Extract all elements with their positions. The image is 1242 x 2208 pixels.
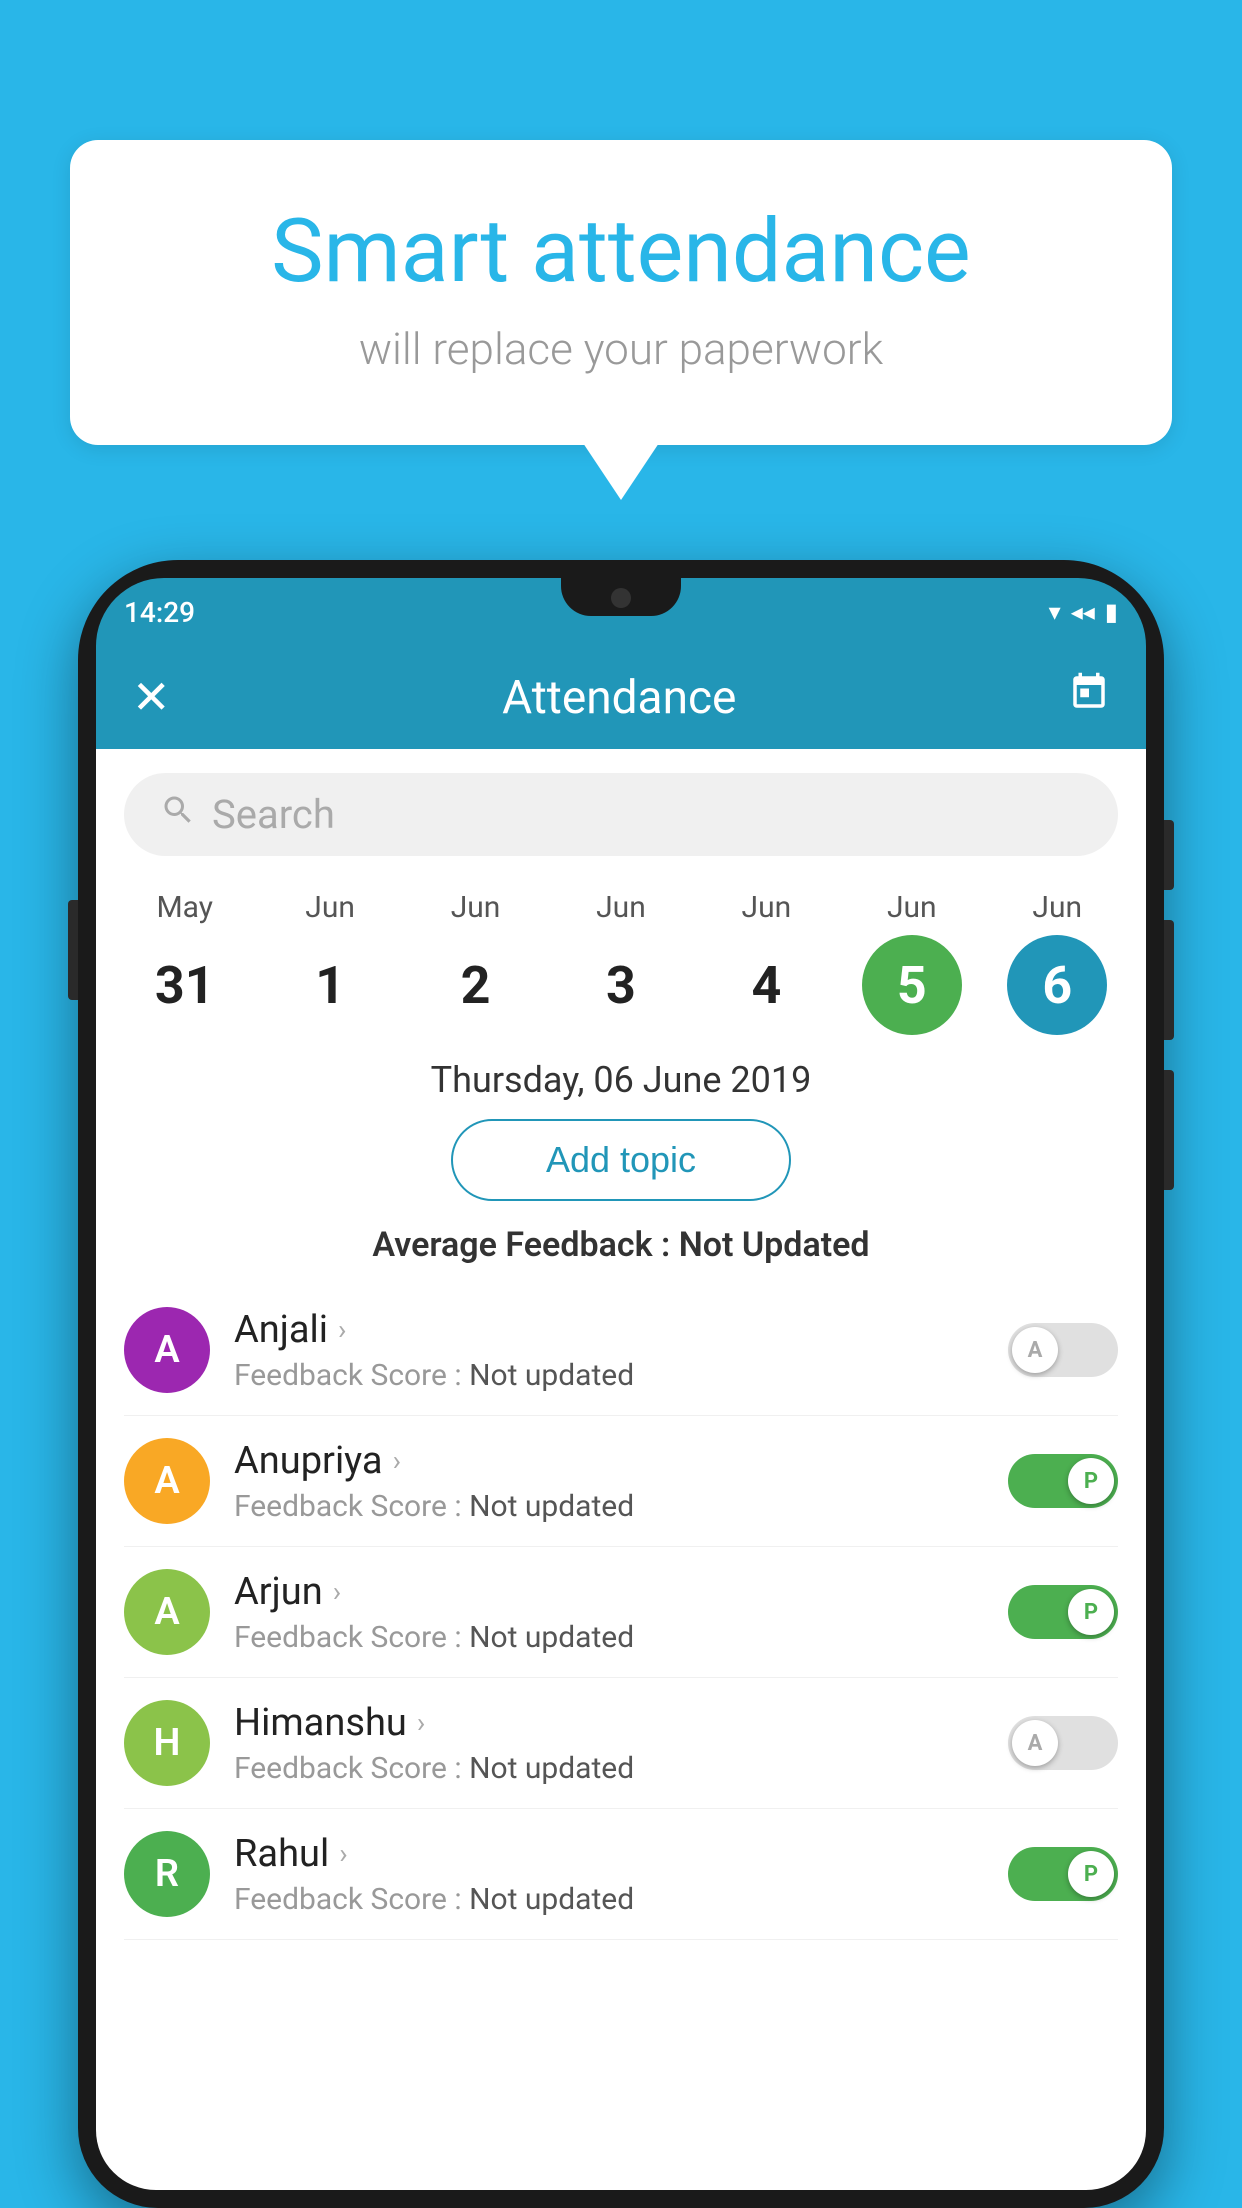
student-info: Himanshu › Feedback Score : Not updated <box>234 1701 1008 1786</box>
cal-day-number[interactable]: 5 <box>862 935 962 1035</box>
student-row[interactable]: A Arjun › Feedback Score : Not updated P <box>124 1547 1118 1678</box>
cal-month-label: Jun <box>451 890 501 925</box>
cal-month-label: Jun <box>1032 890 1082 925</box>
student-row[interactable]: A Anupriya › Feedback Score : Not updated P <box>124 1416 1118 1547</box>
calendar-day-1[interactable]: Jun 1 <box>270 890 390 1035</box>
header-title: Attendance <box>502 671 736 725</box>
close-button[interactable]: ✕ <box>132 670 171 725</box>
student-info: Rahul › Feedback Score : Not updated <box>234 1832 1008 1917</box>
chevron-icon: › <box>339 1837 347 1870</box>
status-bar: 14:29 ▾ ◂◂ ▮ <box>96 578 1146 646</box>
volume-button <box>68 900 78 1000</box>
calendar-day-5[interactable]: Jun 5 <box>852 890 972 1035</box>
student-name: Anjali › <box>234 1308 1008 1352</box>
chevron-icon: › <box>333 1575 341 1608</box>
calendar-day-2[interactable]: Jun 2 <box>416 890 536 1035</box>
power-button <box>1164 820 1174 890</box>
signal-icon: ◂◂ <box>1071 598 1095 626</box>
cal-day-number[interactable]: 31 <box>135 935 235 1035</box>
cal-month-label: Jun <box>596 890 646 925</box>
avg-feedback-value: Not Updated <box>679 1225 870 1265</box>
speech-bubble: Smart attendance will replace your paper… <box>70 140 1172 445</box>
calendar-day-3[interactable]: Jun 3 <box>561 890 681 1035</box>
cal-day-number[interactable]: 2 <box>426 935 526 1035</box>
student-info: Anjali › Feedback Score : Not updated <box>234 1308 1008 1393</box>
phone-notch <box>561 578 681 616</box>
cal-day-number[interactable]: 1 <box>280 935 380 1035</box>
phone-frame: 14:29 ▾ ◂◂ ▮ ✕ Attendance <box>78 560 1164 2208</box>
avatar: A <box>124 1569 210 1655</box>
calendar-icon[interactable] <box>1068 671 1110 724</box>
avatar: A <box>124 1307 210 1393</box>
toggle-knob: A <box>1012 1720 1058 1766</box>
student-name: Anupriya › <box>234 1439 1008 1483</box>
attendance-toggle[interactable]: P <box>1008 1585 1118 1639</box>
student-name: Rahul › <box>234 1832 1008 1876</box>
selected-date: Thursday, 06 June 2019 <box>96 1035 1146 1119</box>
cal-day-number[interactable]: 3 <box>571 935 671 1035</box>
feedback-score: Feedback Score : Not updated <box>234 1489 1008 1524</box>
attendance-toggle[interactable]: A <box>1008 1323 1118 1377</box>
search-icon <box>160 792 196 838</box>
cal-month-label: May <box>156 890 212 925</box>
toggle-knob: A <box>1012 1327 1058 1373</box>
calendar-day-31[interactable]: May 31 <box>125 890 245 1035</box>
status-icons: ▾ ◂◂ ▮ <box>1049 598 1118 626</box>
feedback-score: Feedback Score : Not updated <box>234 1751 1008 1786</box>
student-list: AAnjali ›Feedback Score : Not updatedAAA… <box>96 1285 1146 1940</box>
bubble-title: Smart attendance <box>140 200 1102 303</box>
feedback-score: Feedback Score : Not updated <box>234 1358 1008 1393</box>
attendance-toggle[interactable]: P <box>1008 1847 1118 1901</box>
cal-month-label: Jun <box>742 890 792 925</box>
battery-icon: ▮ <box>1105 598 1118 626</box>
cal-day-number[interactable]: 4 <box>716 935 816 1035</box>
toggle-knob: P <box>1068 1589 1114 1635</box>
cal-month-label: Jun <box>887 890 937 925</box>
attendance-toggle[interactable]: A <box>1008 1716 1118 1770</box>
student-row[interactable]: AAnjali ›Feedback Score : Not updatedA <box>124 1285 1118 1416</box>
avatar: R <box>124 1831 210 1917</box>
student-row[interactable]: H Himanshu › Feedback Score : Not updatedA <box>124 1678 1118 1809</box>
calendar-row: May 31 Jun 1 Jun 2 Jun 3 Jun 4 Jun 5 Jun 6 <box>96 880 1146 1035</box>
wifi-icon: ▾ <box>1049 598 1061 626</box>
avatar: A <box>124 1438 210 1524</box>
toggle-knob: P <box>1068 1851 1114 1897</box>
camera <box>611 588 631 608</box>
toggle-knob: P <box>1068 1458 1114 1504</box>
chevron-icon: › <box>417 1706 425 1739</box>
search-placeholder: Search <box>212 791 335 838</box>
status-time: 14:29 <box>124 596 195 629</box>
chevron-icon: › <box>338 1313 346 1346</box>
student-row[interactable]: R Rahul › Feedback Score : Not updated P <box>124 1809 1118 1940</box>
bubble-subtitle: will replace your paperwork <box>140 323 1102 375</box>
avg-feedback: Average Feedback : Not Updated <box>96 1225 1146 1265</box>
volume-up-button <box>1164 920 1174 1040</box>
app-header: ✕ Attendance <box>96 646 1146 749</box>
student-name: Arjun › <box>234 1570 1008 1614</box>
calendar-day-6[interactable]: Jun 6 <box>997 890 1117 1035</box>
avg-feedback-label: Average Feedback : <box>372 1225 670 1265</box>
cal-day-number[interactable]: 6 <box>1007 935 1107 1035</box>
calendar-day-4[interactable]: Jun 4 <box>706 890 826 1035</box>
cal-month-label: Jun <box>305 890 355 925</box>
search-bar[interactable]: Search <box>124 773 1118 856</box>
feedback-score: Feedback Score : Not updated <box>234 1882 1008 1917</box>
chevron-icon: › <box>393 1444 401 1477</box>
student-name: Himanshu › <box>234 1701 1008 1745</box>
avatar: H <box>124 1700 210 1786</box>
speech-bubble-container: Smart attendance will replace your paper… <box>70 140 1172 445</box>
phone-screen: ✕ Attendance Search May31Jun1Jun2Jun3Jun… <box>96 646 1146 2190</box>
student-info: Anupriya › Feedback Score : Not updated <box>234 1439 1008 1524</box>
feedback-score: Feedback Score : Not updated <box>234 1620 1008 1655</box>
volume-down-button <box>1164 1070 1174 1190</box>
student-info: Arjun › Feedback Score : Not updated <box>234 1570 1008 1655</box>
add-topic-button[interactable]: Add topic <box>451 1119 791 1201</box>
attendance-toggle[interactable]: P <box>1008 1454 1118 1508</box>
